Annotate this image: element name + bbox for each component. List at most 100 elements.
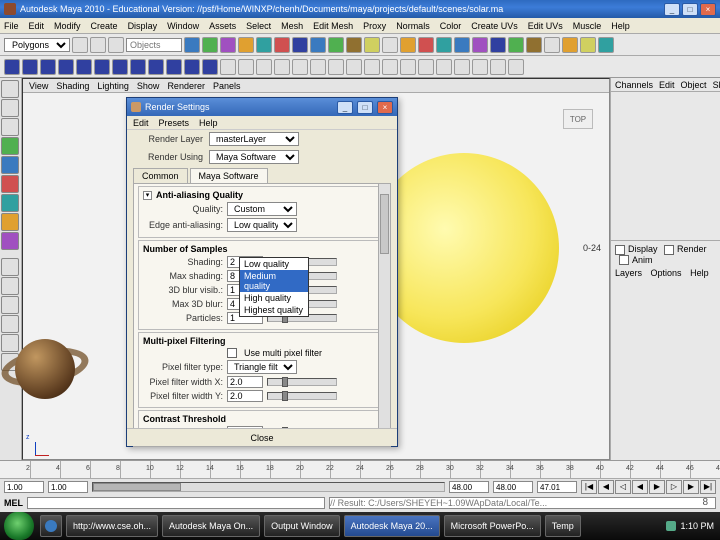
select-tool-icon[interactable] [1,80,19,98]
shelf-icon[interactable] [346,37,362,53]
outliner-persp-icon[interactable] [1,334,19,352]
key-forward-button[interactable]: ▷ [666,480,682,494]
show-manip-tool-icon[interactable] [1,232,19,250]
play-forward-button[interactable]: ▶ [649,480,665,494]
shelf-icon[interactable] [400,37,416,53]
two-pane-side-icon[interactable] [1,296,19,314]
go-end-button[interactable]: ▶| [700,480,716,494]
shelf-icon[interactable] [274,59,290,75]
shelf-icon[interactable] [202,37,218,53]
taskbar-item[interactable]: Microsoft PowerPo... [444,515,541,537]
scale-tool-icon[interactable] [1,175,19,193]
taskbar-item[interactable]: Output Window [264,515,340,537]
start-orb-icon[interactable] [4,512,34,540]
new-scene-icon[interactable] [72,37,88,53]
filter-y-slider[interactable] [267,392,337,400]
menu-item[interactable]: Edit [29,21,45,31]
shelf-icon[interactable] [364,37,380,53]
quality-preset-select[interactable]: Custom [227,202,297,216]
menu-item[interactable]: Create UVs [471,21,518,31]
ie-quicklaunch-icon[interactable] [40,515,62,537]
dialog-minimize-button[interactable]: _ [337,101,353,114]
shelf-icon[interactable] [544,37,560,53]
shelf-icon[interactable] [256,59,272,75]
key-back-button[interactable]: ◁ [615,480,631,494]
manipulator-tool-icon[interactable] [1,194,19,212]
step-back-button[interactable]: ◀ [598,480,614,494]
shelf-icon[interactable] [184,37,200,53]
go-start-button[interactable]: |◀ [581,480,597,494]
panel-menu-item[interactable]: Shading [56,81,89,91]
taskbar-item[interactable]: Autodesk Maya On... [162,515,260,537]
dropdown-option[interactable]: Medium quality [240,270,308,292]
taskbar-item[interactable]: http://www.cse.oh... [66,515,158,537]
filter-width-y-field[interactable] [227,390,263,402]
shelf-icon[interactable] [346,59,362,75]
shelf-icon[interactable] [490,59,506,75]
edge-aa-select[interactable]: Low quality [227,218,297,232]
shelf-icon[interactable] [220,37,236,53]
maximize-button[interactable]: □ [682,3,698,16]
two-pane-stack-icon[interactable] [1,315,19,333]
menu-item[interactable]: Edit UVs [528,21,563,31]
current-time-field[interactable] [537,481,577,493]
shelf-icon[interactable] [454,37,470,53]
shelf-icon[interactable] [400,59,416,75]
panel-menu-item[interactable]: Renderer [167,81,205,91]
shelf-icon[interactable] [454,59,470,75]
menu-item[interactable]: Mesh [281,21,303,31]
panel-menu-item[interactable]: Panels [213,81,241,91]
edit-tab[interactable]: Edit [659,80,675,90]
dropdown-option[interactable]: Highest quality [240,304,308,316]
show-tab[interactable]: Show [713,80,720,90]
menu-item[interactable]: Window [167,21,199,31]
system-tray[interactable]: 1:10 PM [660,521,720,531]
poly-pipe-icon[interactable] [148,59,164,75]
poly-platonic-icon[interactable] [202,59,218,75]
open-scene-icon[interactable] [90,37,106,53]
range-slider[interactable] [92,482,445,492]
poly-helix-icon[interactable] [166,59,182,75]
dialog-menu-item[interactable]: Edit [133,118,149,128]
shelf-icon[interactable] [328,37,344,53]
menu-item[interactable]: Display [128,21,158,31]
render-using-select[interactable]: Maya Software [209,150,299,164]
menu-item[interactable]: Edit Mesh [313,21,353,31]
tab-maya-software[interactable]: Maya Software [190,168,268,183]
shelf-icon[interactable] [310,37,326,53]
anim-layer-radio[interactable] [619,255,629,265]
dialog-close-button[interactable]: × [377,101,393,114]
shelf-icon[interactable] [292,37,308,53]
shelf-icon[interactable] [382,37,398,53]
lasso-tool-icon[interactable] [1,99,19,117]
poly-pyramid-icon[interactable] [130,59,146,75]
shelf-icon[interactable] [328,59,344,75]
anim-end-field[interactable] [493,481,533,493]
paint-select-tool-icon[interactable] [1,118,19,136]
shelf-icon[interactable] [436,59,452,75]
menu-item[interactable]: Assets [209,21,236,31]
dialog-close-bar[interactable]: Close [127,428,397,446]
menu-item[interactable]: Create [91,21,118,31]
panel-menu-item[interactable]: Lighting [97,81,129,91]
object-tab[interactable]: Object [681,80,707,90]
tab-common[interactable]: Common [133,168,188,183]
module-selector[interactable]: Polygons [4,38,70,52]
panel-menu-item[interactable]: View [29,81,48,91]
taskbar-item[interactable]: Temp [545,515,581,537]
command-input[interactable] [27,497,325,509]
anim-start-field[interactable] [4,481,44,493]
step-forward-button[interactable]: ▶ [683,480,699,494]
tray-icon[interactable] [666,521,676,531]
poly-sphere-icon[interactable] [4,59,20,75]
use-filter-checkbox[interactable] [227,348,237,358]
poly-cube-icon[interactable] [22,59,38,75]
four-pane-icon[interactable] [1,277,19,295]
range-thumb[interactable] [93,483,181,491]
render-layer-select[interactable]: masterLayer [209,132,299,146]
dropdown-option[interactable]: High quality [240,292,308,304]
poly-prism-icon[interactable] [112,59,128,75]
dialog-titlebar[interactable]: Render Settings _ □ × [127,98,397,116]
shelf-icon[interactable] [580,37,596,53]
filter-width-x-field[interactable] [227,376,263,388]
